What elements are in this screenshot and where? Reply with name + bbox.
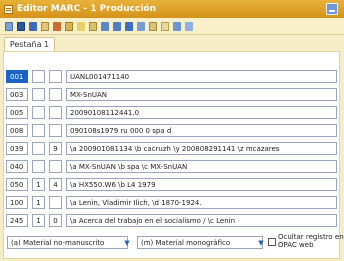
field-add-icon[interactable] [125, 21, 133, 31]
preview-icon[interactable] [161, 21, 169, 31]
material-select-value: (a) Material no-manuscrito [11, 238, 105, 247]
material-select[interactable]: (a) Material no-manuscrito [7, 236, 128, 249]
field-value-input[interactable]: \a HX550.W6 \b L4 1979 [66, 178, 337, 191]
hide-opac-label-line1: Ocultar registro en [278, 233, 344, 241]
field-value-input[interactable]: \a Lenin, Vladimir Ilich, \d 1870-1924. [66, 196, 337, 209]
hide-opac-label-line2: OPAC web [278, 241, 314, 249]
minimize-button[interactable] [326, 3, 338, 15]
field-tag-input[interactable]: 003 [6, 88, 28, 101]
marc-editor-window: Editor MARC - 1 Producción Pestaña 1 001… [0, 0, 344, 261]
indicator-2-input[interactable] [49, 160, 62, 173]
indicator-2-input[interactable] [49, 196, 62, 209]
undo-icon[interactable] [77, 21, 85, 31]
indicator-2-input[interactable] [49, 106, 62, 119]
field-tag-input[interactable]: 050 [6, 178, 28, 191]
bib-select-value: (m) Material monográfico [141, 238, 231, 247]
app-icon [4, 4, 13, 14]
indicator-1-input[interactable] [32, 160, 45, 173]
field-tag-input[interactable]: 100 [6, 196, 28, 209]
hide-opac-checkbox[interactable] [268, 238, 276, 246]
indicator-1-input[interactable] [32, 124, 45, 137]
copy-icon[interactable] [41, 21, 49, 31]
tools-icon[interactable] [185, 21, 193, 31]
paste-icon[interactable] [65, 21, 73, 31]
field-value-input[interactable]: UANL001471140 [66, 70, 337, 83]
field-tag-input[interactable]: 005 [6, 106, 28, 119]
window-title: Editor MARC - 1 Producción [17, 4, 156, 14]
indicator-2-input[interactable] [49, 70, 62, 83]
indicator-2-input[interactable]: 9 [49, 142, 62, 155]
indicator-1-input[interactable] [32, 142, 45, 155]
field-value-input[interactable]: MX-SnUAN [66, 88, 337, 101]
indicator-1-input[interactable] [32, 70, 45, 83]
indicator-2-input[interactable]: 4 [49, 178, 62, 191]
indicator-2-input[interactable]: 0 [49, 214, 62, 227]
field-tag-input[interactable]: 245 [6, 214, 28, 227]
indicator-1-input[interactable] [32, 88, 45, 101]
field-tag-input[interactable]: 001 [6, 70, 28, 83]
indicator-1-input[interactable]: 1 [32, 196, 45, 209]
indicator-2-input[interactable] [49, 88, 62, 101]
toolbar [0, 18, 344, 35]
new-icon[interactable] [5, 21, 13, 31]
chevron-down-icon[interactable]: ▼ [257, 239, 265, 247]
print-icon[interactable] [29, 21, 37, 31]
field-tag-input[interactable]: 008 [6, 124, 28, 137]
indicator-2-input[interactable] [49, 124, 62, 137]
field-value-input[interactable]: \a MX-SnUAN \b spa \c MX-SnUAN [66, 160, 337, 173]
field-value-input[interactable]: 20090108112441.0 [66, 106, 337, 119]
check-icon[interactable] [149, 21, 157, 31]
indicator-1-input[interactable] [32, 106, 45, 119]
cut-icon[interactable] [53, 21, 61, 31]
field-value-input[interactable]: \a 200901081134 \b cacruzh \y 2008082911… [66, 142, 337, 155]
field-icon[interactable] [113, 21, 121, 31]
grid-icon[interactable] [101, 21, 109, 31]
table-icon[interactable] [89, 21, 97, 31]
field-value-input[interactable]: \a Acerca del trabajo en el socialismo /… [66, 214, 337, 227]
tab-pestana-1[interactable]: Pestaña 1 [4, 37, 55, 51]
field-tag-input[interactable]: 040 [6, 160, 28, 173]
field-value-input[interactable]: 090108s1979 ru 000 0 spa d [66, 124, 337, 137]
tab-bar: Pestaña 1 [0, 35, 344, 51]
save-icon[interactable] [17, 21, 25, 31]
bibliographic-level-select[interactable]: (m) Material monográfico [137, 236, 263, 249]
chevron-down-icon[interactable]: ▼ [123, 239, 131, 247]
export-icon[interactable] [173, 21, 181, 31]
field-remove-icon[interactable] [137, 21, 145, 31]
indicator-1-input[interactable]: 1 [32, 214, 45, 227]
title-bar[interactable]: Editor MARC - 1 Producción [0, 0, 344, 18]
indicator-1-input[interactable]: 1 [32, 178, 45, 191]
field-tag-input[interactable]: 039 [6, 142, 28, 155]
minimize-icon [329, 10, 335, 12]
